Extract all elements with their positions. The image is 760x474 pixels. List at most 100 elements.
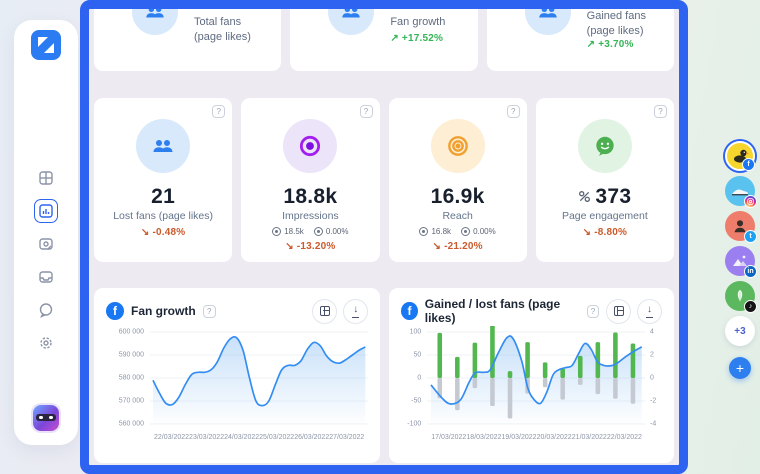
stat-card-row: ? 21 Lost fans (page likes) ↘ -0.48% ? 1… — [94, 98, 674, 262]
profile-avatar-instagram[interactable] — [725, 176, 755, 206]
chart-area: 100500-50-100 420-2-4 — [401, 326, 662, 430]
substats: 18.5k 0.00% — [272, 227, 348, 236]
help-icon[interactable]: ? — [654, 105, 667, 118]
table-view-button[interactable] — [606, 299, 631, 324]
download-icon: ↓ — [647, 305, 652, 315]
engagement-icon — [578, 119, 632, 173]
change-badge: ↘ -8.80% — [583, 227, 627, 238]
trend-down-icon: ↘ — [433, 241, 442, 252]
help-icon[interactable]: ? — [203, 305, 216, 318]
impressions-card: ? 18.8k Impressions 18.5k 0.00% ↘ -13.20… — [241, 98, 379, 262]
users-icon — [328, 0, 374, 35]
trend-up-icon: ↗ — [587, 39, 596, 50]
fan-growth-card: Fan growth ↗ +17.52% — [290, 0, 477, 71]
change-badge: ↗ +17.52% — [390, 33, 443, 44]
capture-frame: Total fans (page likes) Fan growth ↗ +17… — [80, 0, 688, 474]
profile-avatar-tiktok[interactable]: ♪ — [725, 281, 755, 311]
y-axis-ticks: 600 000590 000580 000570 000560 000 — [106, 326, 150, 430]
substats: 16.8k 0.00% — [419, 227, 495, 236]
impressions-icon — [283, 119, 337, 173]
organic-icon — [419, 227, 428, 236]
sidebar-nav — [34, 166, 58, 355]
chart-header: f Gained / lost fans (page likes) ? ↓ — [401, 298, 662, 324]
table-icon — [320, 306, 330, 316]
stat-label: Lost fans (page likes) — [113, 210, 213, 222]
facebook-badge-icon: f — [742, 158, 755, 171]
bar-line-chart-plot — [427, 326, 646, 430]
chart-card-row: f Fan growth ? ↓ 600 000590 000580 00057… — [94, 288, 674, 463]
instagram-badge-icon — [744, 195, 757, 208]
dashboard-icon[interactable] — [34, 166, 58, 190]
chart-title: Fan growth — [131, 304, 196, 318]
facebook-icon: f — [401, 302, 417, 320]
trend-down-icon: ↘ — [583, 227, 592, 238]
inbox-icon[interactable] — [34, 265, 58, 289]
change-badge: ↘ -0.48% — [141, 227, 185, 238]
stat-label: Page engagement — [562, 210, 648, 222]
help-icon[interactable]: ? — [507, 105, 520, 118]
lost-fans-card: ? 21 Lost fans (page likes) ↘ -0.48% — [94, 98, 232, 262]
download-button[interactable]: ↓ — [637, 299, 662, 324]
profile-avatar-twitter[interactable]: t — [725, 211, 755, 241]
publisher-icon[interactable] — [34, 232, 58, 256]
mascot-glasses-decoration — [36, 414, 56, 421]
profile-rail: f t in ♪ +3 + — [721, 141, 759, 379]
fan-growth-chart-card: f Fan growth ? ↓ 600 000590 000580 00057… — [94, 288, 380, 463]
twitter-badge-icon: t — [744, 230, 757, 243]
help-icon[interactable]: ? — [360, 105, 373, 118]
more-profiles-button[interactable]: +3 — [725, 316, 755, 346]
paid-icon — [461, 227, 470, 236]
help-icon[interactable]: ? — [212, 105, 225, 118]
reach-icon — [431, 119, 485, 173]
app-sidebar — [14, 20, 78, 445]
users-icon — [525, 0, 571, 35]
x-axis-labels: 22/03/202223/03/202224/03/202225/03/2022… — [150, 434, 368, 441]
organic-icon — [272, 227, 281, 236]
profile-avatar-facebook[interactable]: f — [725, 141, 755, 171]
settings-gear-icon[interactable] — [34, 331, 58, 355]
table-icon — [614, 306, 624, 316]
paid-icon — [314, 227, 323, 236]
analytics-icon[interactable] — [34, 199, 58, 223]
stat-value: 373 — [578, 186, 631, 207]
table-view-button[interactable] — [312, 299, 337, 324]
summary-card-row: Total fans (page likes) Fan growth ↗ +17… — [94, 0, 674, 71]
profile-avatar-linkedin[interactable]: in — [725, 246, 755, 276]
change-badge: ↗ +3.70% — [587, 39, 634, 50]
change-badge: ↘ -21.20% — [433, 241, 483, 252]
reach-card: ? 16.9k Reach 16.8k 0.00% ↘ -21.20% — [389, 98, 527, 262]
stat-value: 21 — [151, 186, 175, 207]
download-icon: ↓ — [353, 305, 358, 315]
facebook-icon: f — [106, 302, 124, 320]
card-label: Total fans (page likes) — [194, 15, 251, 45]
trend-up-icon: ↗ — [390, 33, 399, 44]
dashboard-content: Total fans (page likes) Fan growth ↗ +17… — [89, 0, 679, 427]
messages-icon[interactable] — [34, 298, 58, 322]
line-chart-plot — [150, 326, 368, 430]
users-icon — [136, 119, 190, 173]
chart-title: Gained / lost fans (page likes) — [425, 297, 580, 325]
users-icon — [132, 0, 178, 35]
stat-value: 18.8k — [283, 186, 337, 207]
linkedin-badge-icon: in — [744, 265, 757, 278]
change-badge: ↘ -13.20% — [285, 241, 335, 252]
chart-area: 600 000590 000580 000570 000560 000 — [106, 326, 368, 430]
trend-down-icon: ↘ — [285, 241, 294, 252]
add-profile-button[interactable]: + — [729, 357, 751, 379]
x-axis-labels: 17/03/202218/03/202219/03/202220/03/2022… — [427, 434, 646, 441]
gained-fans-card: Gained fans (page likes) ↗ +3.70% — [487, 0, 674, 71]
gained-lost-chart-card: f Gained / lost fans (page likes) ? ↓ 10… — [389, 288, 674, 463]
total-fans-card: Total fans (page likes) — [94, 0, 281, 71]
user-avatar[interactable] — [33, 405, 59, 431]
help-icon[interactable]: ? — [587, 305, 599, 318]
page-engagement-card: ? 373 Page engagement ↘ -8.80% — [536, 98, 674, 262]
stat-label: Reach — [442, 210, 472, 222]
card-label: Gained fans (page likes) — [587, 9, 646, 39]
app-logo[interactable] — [31, 30, 61, 60]
chart-header: f Fan growth ? ↓ — [106, 298, 368, 324]
tiktok-badge-icon: ♪ — [744, 300, 757, 313]
right-axis-ticks: 420-2-4 — [646, 326, 662, 430]
download-button[interactable]: ↓ — [343, 299, 368, 324]
percent-icon — [578, 190, 591, 203]
stat-value: 16.9k — [431, 186, 485, 207]
